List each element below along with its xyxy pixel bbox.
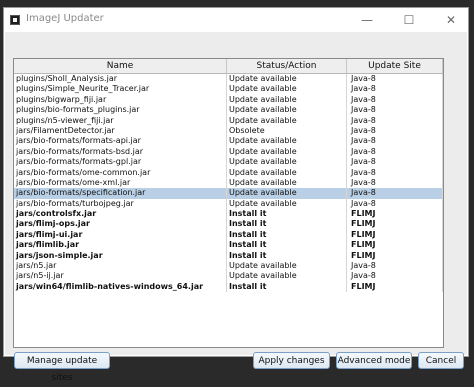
table-row[interactable]: jars/FilamentDetector.jar Obsolete Java-8 bbox=[14, 125, 443, 137]
table-body: plugins/Sholl_Analysis.jar Update availab… bbox=[14, 74, 443, 293]
update-site-cell: FLIMJ bbox=[347, 240, 443, 251]
table-row[interactable]: jars/controlsfx.jar Install it FLIMJ bbox=[14, 209, 443, 220]
update-site-cell: FLIMJ bbox=[347, 229, 443, 241]
imagej-app-icon bbox=[10, 15, 20, 25]
update-site-cell: FLIMJ bbox=[347, 250, 443, 262]
window-title: ImageJ Updater bbox=[26, 13, 104, 24]
status-cell: Update available bbox=[227, 115, 347, 126]
file-name-cell: jars/bio-formats/formats-gpl.jar bbox=[14, 157, 227, 168]
file-name-cell: jars/n5.jar bbox=[14, 261, 227, 272]
status-cell: Update available bbox=[227, 188, 347, 199]
update-site-cell: FLIMJ bbox=[347, 209, 443, 220]
close-button[interactable]: ✕ bbox=[434, 8, 468, 32]
status-cell: Update available bbox=[227, 94, 347, 106]
file-name-cell: jars/bio-formats/ome-common.jar bbox=[14, 167, 227, 178]
status-cell: Update available bbox=[227, 146, 347, 158]
table-row[interactable]: jars/bio-formats/formats-bsd.jar Update a… bbox=[14, 146, 443, 158]
update-site-cell: Java-8 bbox=[347, 271, 443, 282]
status-cell: Update available bbox=[227, 84, 347, 95]
status-cell: Install it bbox=[227, 281, 347, 293]
update-site-cell: FLIMJ bbox=[347, 219, 443, 230]
file-name-cell: plugins/n5-viewer_fiji.jar bbox=[14, 115, 227, 126]
title-bar: ImageJ Updater — ☐ ✕ bbox=[4, 8, 468, 32]
file-name-cell: jars/json-simple.jar bbox=[14, 250, 227, 262]
status-cell: Install it bbox=[227, 250, 347, 262]
file-name-cell: jars/n5-ij.jar bbox=[14, 271, 227, 282]
table-row[interactable]: plugins/bigwarp_fiji.jar Update available… bbox=[14, 94, 443, 106]
status-cell: Install it bbox=[227, 229, 347, 241]
table-row[interactable]: jars/n5-ij.jar Update available Java-8 bbox=[14, 271, 443, 282]
minimize-button[interactable]: — bbox=[350, 8, 384, 32]
update-site-cell: Java-8 bbox=[347, 146, 443, 158]
updater-window: ImageJ Updater — ☐ ✕ Name Status/Action … bbox=[3, 7, 469, 383]
status-cell: Update available bbox=[227, 136, 347, 147]
file-name-cell: jars/FilamentDetector.jar bbox=[14, 125, 227, 137]
table-row[interactable]: jars/flimlib.jar Install it FLIMJ bbox=[14, 240, 443, 251]
file-name-cell: jars/flimlib.jar bbox=[14, 240, 227, 251]
file-name-cell: jars/controlsfx.jar bbox=[14, 209, 227, 220]
column-header-name[interactable]: Name bbox=[14, 59, 227, 73]
status-cell: Update available bbox=[227, 74, 347, 85]
update-site-cell: Java-8 bbox=[347, 136, 443, 147]
table-row[interactable]: jars/bio-formats/specification.jar Update… bbox=[14, 188, 443, 199]
update-site-cell: Java-8 bbox=[347, 261, 443, 272]
status-cell: Install it bbox=[227, 209, 347, 220]
file-name-cell: jars/bio-formats/formats-bsd.jar bbox=[14, 146, 227, 158]
update-site-cell: Java-8 bbox=[347, 188, 443, 199]
update-site-cell: FLIMJ bbox=[347, 281, 443, 293]
table-row[interactable]: jars/flimj-ops.jar Install it FLIMJ bbox=[14, 219, 443, 230]
updates-table[interactable]: Name Status/Action Update Site plugins/S… bbox=[13, 58, 444, 348]
status-cell: Update available bbox=[227, 261, 347, 272]
status-cell: Obsolete bbox=[227, 125, 347, 137]
status-cell: Update available bbox=[227, 271, 347, 282]
file-name-cell: jars/win64/flimlib-natives-windows_64.ja… bbox=[14, 281, 227, 293]
update-site-cell: Java-8 bbox=[347, 125, 443, 137]
table-row[interactable]: jars/win64/flimlib-natives-windows_64.ja… bbox=[14, 281, 443, 293]
update-site-cell: Java-8 bbox=[347, 198, 443, 210]
table-row[interactable]: plugins/n5-viewer_fiji.jar Update availab… bbox=[14, 115, 443, 126]
column-header-status[interactable]: Status/Action bbox=[227, 59, 347, 73]
file-name-cell: jars/bio-formats/ome-xml.jar bbox=[14, 177, 227, 189]
update-site-cell: Java-8 bbox=[347, 115, 443, 126]
file-name-cell: plugins/Simple_Neurite_Tracer.jar bbox=[14, 84, 227, 95]
update-site-cell: Java-8 bbox=[347, 74, 443, 85]
table-row[interactable]: jars/flimj-ui.jar Install it FLIMJ bbox=[14, 229, 443, 241]
file-name-cell: jars/flimj-ui.jar bbox=[14, 229, 227, 241]
status-cell: Install it bbox=[227, 219, 347, 230]
update-site-cell: Java-8 bbox=[347, 84, 443, 95]
status-cell: Update available bbox=[227, 157, 347, 168]
status-cell: Update available bbox=[227, 198, 347, 210]
file-name-cell: jars/bio-formats/specification.jar bbox=[14, 188, 227, 199]
update-site-cell: Java-8 bbox=[347, 94, 443, 106]
update-site-cell: Java-8 bbox=[347, 167, 443, 178]
updater-content: Name Status/Action Update Site plugins/S… bbox=[5, 32, 467, 383]
file-name-cell: plugins/bio-formats_plugins.jar bbox=[14, 105, 227, 116]
status-cell: Update available bbox=[227, 177, 347, 189]
table-row[interactable]: plugins/Simple_Neurite_Tracer.jar Update … bbox=[14, 84, 443, 95]
table-row[interactable]: jars/bio-formats/formats-api.jar Update a… bbox=[14, 136, 443, 147]
table-row[interactable]: jars/bio-formats/turbojpeg.jar Update ava… bbox=[14, 198, 443, 210]
file-name-cell: jars/flimj-ops.jar bbox=[14, 219, 227, 230]
table-row[interactable]: jars/bio-formats/ome-common.jar Update av… bbox=[14, 167, 443, 178]
table-row[interactable]: jars/json-simple.jar Install it FLIMJ bbox=[14, 250, 443, 262]
table-row[interactable]: jars/bio-formats/ome-xml.jar Update avail… bbox=[14, 177, 443, 189]
status-cell: Update available bbox=[227, 105, 347, 116]
table-row[interactable]: plugins/bio-formats_plugins.jar Update av… bbox=[14, 105, 443, 116]
status-cell: Update available bbox=[227, 167, 347, 178]
update-site-cell: Java-8 bbox=[347, 177, 443, 189]
file-name-cell: jars/bio-formats/formats-api.jar bbox=[14, 136, 227, 147]
column-header-site[interactable]: Update Site bbox=[347, 59, 443, 73]
table-row[interactable]: plugins/Sholl_Analysis.jar Update availab… bbox=[14, 74, 443, 85]
update-site-cell: Java-8 bbox=[347, 157, 443, 168]
update-site-cell: Java-8 bbox=[347, 105, 443, 116]
file-name-cell: plugins/bigwarp_fiji.jar bbox=[14, 94, 227, 106]
table-header: Name Status/Action Update Site bbox=[14, 59, 443, 74]
table-row[interactable]: jars/bio-formats/formats-gpl.jar Update a… bbox=[14, 157, 443, 168]
file-name-cell: jars/bio-formats/turbojpeg.jar bbox=[14, 198, 227, 210]
table-row[interactable]: jars/n5.jar Update available Java-8 bbox=[14, 261, 443, 272]
maximize-button[interactable]: ☐ bbox=[392, 8, 426, 32]
status-cell: Install it bbox=[227, 240, 347, 251]
file-name-cell: plugins/Sholl_Analysis.jar bbox=[14, 74, 227, 85]
